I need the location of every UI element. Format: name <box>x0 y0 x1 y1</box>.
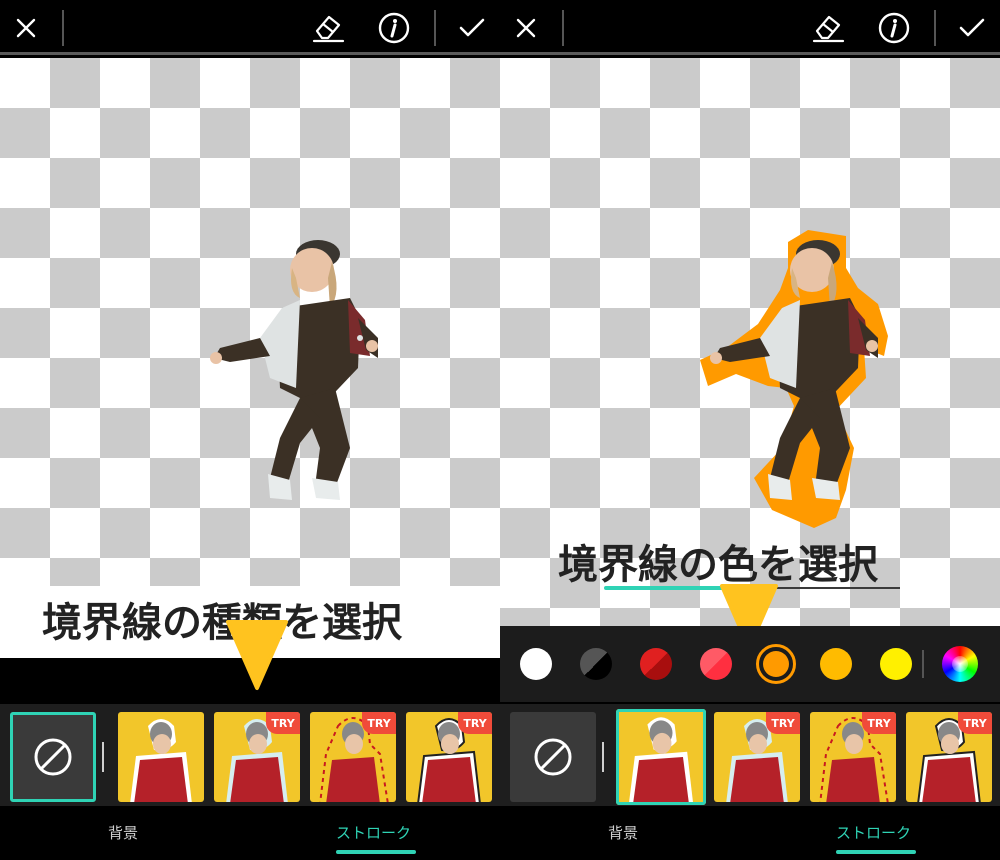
cutout-person <box>210 240 378 500</box>
stroke-option-dashed[interactable]: TRY <box>810 712 896 802</box>
stroke-option-light[interactable]: TRY <box>214 712 300 802</box>
toolbar-underline <box>0 52 500 55</box>
no-stroke-option[interactable] <box>10 712 96 802</box>
strip-divider <box>102 742 104 772</box>
try-badge: TRY <box>958 712 992 734</box>
stroke-style-strip: TRY TRY TRY <box>500 704 1000 806</box>
pointer-arrow-icon <box>226 620 288 690</box>
bottom-tab-bar: 背景 ストローク <box>500 806 1000 860</box>
toolbar-divider <box>62 10 64 46</box>
color-wheel-icon[interactable] <box>942 646 978 682</box>
checkmark-icon <box>959 18 985 37</box>
swatch-orange-fill <box>763 651 789 677</box>
apply-button[interactable] <box>452 8 492 48</box>
right-editor-panel: 境界線の色を選択 TRY TRY TRY 背景 ストローク <box>500 0 1000 860</box>
info-button[interactable] <box>874 8 914 48</box>
swatch-white[interactable] <box>520 648 552 680</box>
eraser-icon <box>312 15 345 43</box>
caption-stroke-type: 境界線の種類を選択 <box>42 600 402 646</box>
no-stroke-icon <box>534 738 572 776</box>
stroke-option-white-selected[interactable] <box>616 709 706 805</box>
left-editor-panel: 境界線の種類を選択 TRY TRY TRY 背景 ストローク <box>0 0 500 860</box>
active-tab-indicator <box>336 850 416 854</box>
cutout-person-with-stroke <box>700 230 888 528</box>
try-badge: TRY <box>362 712 396 734</box>
info-icon <box>878 12 910 44</box>
stroke-option-dark[interactable]: TRY <box>906 712 992 802</box>
info-button[interactable] <box>374 8 414 48</box>
eraser-button[interactable] <box>308 8 348 48</box>
tab-background[interactable]: 背景 <box>108 822 138 843</box>
active-tab-indicator <box>836 850 916 854</box>
no-stroke-option[interactable] <box>510 712 596 802</box>
swatch-black[interactable] <box>580 648 612 680</box>
eraser-icon <box>812 15 845 43</box>
toolbar-underline <box>500 52 1000 55</box>
try-badge: TRY <box>766 712 800 734</box>
swatch-yellow[interactable] <box>880 648 912 680</box>
try-badge: TRY <box>266 712 300 734</box>
strip-divider <box>602 742 604 772</box>
swatch-red[interactable] <box>700 648 732 680</box>
toolbar-divider <box>434 10 436 46</box>
swatch-dark-red[interactable] <box>640 648 672 680</box>
close-button[interactable] <box>506 8 546 48</box>
swatch-amber[interactable] <box>820 648 852 680</box>
info-icon <box>378 12 410 44</box>
stroke-color-palette <box>500 626 1000 702</box>
apply-button[interactable] <box>952 8 992 48</box>
swatch-orange-selected[interactable] <box>756 644 796 684</box>
stroke-option-white[interactable] <box>118 712 204 802</box>
stroke-option-dark[interactable]: TRY <box>406 712 492 802</box>
close-button[interactable] <box>6 8 46 48</box>
color-wheel-center <box>952 656 968 672</box>
stroke-option-light[interactable]: TRY <box>714 712 800 802</box>
tab-stroke[interactable]: ストローク <box>336 822 411 843</box>
top-toolbar <box>500 0 1000 56</box>
model-thumbnail <box>628 717 694 805</box>
stroke-style-strip: TRY TRY TRY <box>0 704 500 806</box>
model-thumbnail <box>130 719 192 802</box>
no-stroke-icon <box>34 738 72 776</box>
palette-divider <box>922 650 924 678</box>
checkmark-icon <box>459 18 485 37</box>
try-badge: TRY <box>862 712 896 734</box>
eraser-button[interactable] <box>808 8 848 48</box>
top-toolbar <box>0 0 500 56</box>
tab-stroke[interactable]: ストローク <box>836 822 911 843</box>
try-badge: TRY <box>458 712 492 734</box>
close-icon <box>516 18 536 38</box>
toolbar-divider <box>934 10 936 46</box>
bottom-tab-bar: 背景 ストローク <box>0 806 500 860</box>
tab-background[interactable]: 背景 <box>608 822 638 843</box>
stroke-option-dashed[interactable]: TRY <box>310 712 396 802</box>
close-icon <box>16 18 36 38</box>
transparent-canvas[interactable] <box>0 58 500 658</box>
toolbar-divider <box>562 10 564 46</box>
